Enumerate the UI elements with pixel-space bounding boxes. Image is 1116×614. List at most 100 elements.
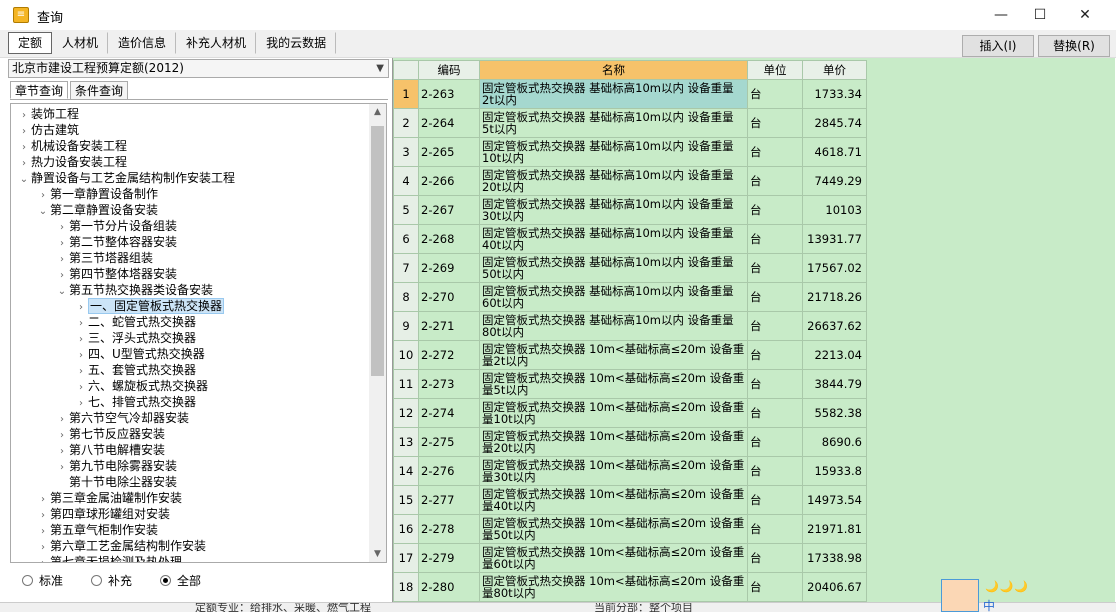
radio-button[interactable] <box>91 575 103 586</box>
cell-name[interactable]: 固定管板式热交换器 10m<基础标高≤20m 设备重量80t以内 <box>479 572 748 602</box>
cell-price[interactable]: 10103 <box>802 195 867 225</box>
table-row[interactable]: 5 2-267 固定管板式热交换器 基础标高10m以内 设备重量30t以内台 1010… <box>393 195 867 225</box>
cell-name[interactable]: 固定管板式热交换器 10m<基础标高≤20m 设备重量20t以内 <box>479 427 748 457</box>
cell-unit[interactable]: 台 <box>747 369 803 399</box>
header-price[interactable]: 单价 <box>802 60 867 80</box>
cell-price[interactable]: 3844.79 <box>802 369 867 399</box>
row-index[interactable]: 17 <box>393 543 419 573</box>
row-index[interactable]: 10 <box>393 340 419 370</box>
row-index[interactable]: 9 <box>393 311 419 341</box>
cell-unit[interactable]: 台 <box>747 340 803 370</box>
row-index[interactable]: 15 <box>393 485 419 515</box>
tab-0[interactable]: 定额 <box>8 32 53 54</box>
tree-node[interactable]: › 第九节电除雾器安装 <box>55 458 177 474</box>
tree-node[interactable]: › 第七节反应器安装 <box>55 426 165 442</box>
close-button[interactable]: ✕ <box>1062 0 1108 30</box>
tree-node[interactable]: 第十节电除尘器安装 <box>55 474 177 490</box>
cell-name[interactable]: 固定管板式热交换器 10m<基础标高≤20m 设备重量2t以内 <box>479 340 748 370</box>
cell-name[interactable]: 固定管板式热交换器 基础标高10m以内 设备重量50t以内 <box>479 253 748 283</box>
cell-price[interactable]: 15933.8 <box>802 456 867 486</box>
row-index[interactable]: 4 <box>393 166 419 196</box>
cell-code[interactable]: 2-270 <box>418 282 480 312</box>
cell-code[interactable]: 2-264 <box>418 108 480 138</box>
radio-option[interactable]: 标准 <box>22 572 63 589</box>
table-row[interactable]: 13 2-275 固定管板式热交换器 10m<基础标高≤20m 设备重量20t以内台… <box>393 427 867 457</box>
table-row[interactable]: 15 2-277 固定管板式热交换器 10m<基础标高≤20m 设备重量40t以内台… <box>393 485 867 515</box>
tree-node[interactable]: › 第一章静置设备制作 <box>36 186 158 202</box>
row-index[interactable]: 2 <box>393 108 419 138</box>
cell-name[interactable]: 固定管板式热交换器 基础标高10m以内 设备重量30t以内 <box>479 195 748 225</box>
tree-node[interactable]: › 第一节分片设备组装 <box>55 218 177 234</box>
cell-name[interactable]: 固定管板式热交换器 基础标高10m以内 设备重量5t以内 <box>479 108 748 138</box>
cell-code[interactable]: 2-269 <box>418 253 480 283</box>
chevron-down-icon[interactable]: ⌄ <box>55 284 69 300</box>
subtab-1[interactable]: 条件查询 <box>70 81 129 99</box>
cell-code[interactable]: 2-279 <box>418 543 480 573</box>
scroll-down-icon[interactable]: ▼ <box>369 546 386 562</box>
cell-price[interactable]: 2213.04 <box>802 340 867 370</box>
cell-unit[interactable]: 台 <box>747 137 803 167</box>
tree-scrollbar[interactable]: ▲ ▼ <box>369 104 386 562</box>
tree-node[interactable]: › 第三节塔器组装 <box>55 250 153 266</box>
tree-node[interactable]: › 第八节电解槽安装 <box>55 442 165 458</box>
row-index[interactable]: 5 <box>393 195 419 225</box>
cell-name[interactable]: 固定管板式热交换器 基础标高10m以内 设备重量60t以内 <box>479 282 748 312</box>
tree-node[interactable]: › 四、U型管式热交换器 <box>74 346 205 362</box>
cell-code[interactable]: 2-280 <box>418 572 480 602</box>
cell-code[interactable]: 2-265 <box>418 137 480 167</box>
table-row[interactable]: 11 2-273 固定管板式热交换器 10m<基础标高≤20m 设备重量5t以内台 3… <box>393 369 867 399</box>
row-index[interactable]: 18 <box>393 572 419 602</box>
tree-node[interactable]: › 第六章工艺金属结构制作安装 <box>36 538 206 554</box>
scroll-thumb[interactable] <box>371 126 384 376</box>
tree-node[interactable]: › 热力设备安装工程 <box>17 154 127 170</box>
header-code[interactable]: 编码 <box>418 60 480 80</box>
chevron-down-icon[interactable]: ⌄ <box>17 172 31 188</box>
cell-unit[interactable]: 台 <box>747 166 803 196</box>
cell-price[interactable]: 20406.67 <box>802 572 867 602</box>
cell-name[interactable]: 固定管板式热交换器 10m<基础标高≤20m 设备重量40t以内 <box>479 485 748 515</box>
row-index[interactable]: 14 <box>393 456 419 486</box>
table-row[interactable]: 2 2-264 固定管板式热交换器 基础标高10m以内 设备重量5t以内台 2845.… <box>393 108 867 138</box>
cell-code[interactable]: 2-263 <box>418 79 480 109</box>
maximize-button[interactable]: ☐ <box>1017 0 1063 30</box>
cell-name[interactable]: 固定管板式热交换器 基础标高10m以内 设备重量2t以内 <box>479 79 748 109</box>
cell-code[interactable]: 2-266 <box>418 166 480 196</box>
row-index[interactable]: 13 <box>393 427 419 457</box>
ime-widget[interactable]: 🌙🌙🌙 中 <box>941 579 1116 613</box>
radio-option[interactable]: 全部 <box>160 572 201 589</box>
tree-node[interactable]: › 第四节整体塔器安装 <box>55 266 177 282</box>
cell-name[interactable]: 固定管板式热交换器 10m<基础标高≤20m 设备重量60t以内 <box>479 543 748 573</box>
cell-code[interactable]: 2-267 <box>418 195 480 225</box>
cell-price[interactable]: 4618.71 <box>802 137 867 167</box>
cell-price[interactable]: 2845.74 <box>802 108 867 138</box>
insert-button[interactable]: 插入(I) <box>962 35 1034 57</box>
row-index[interactable]: 11 <box>393 369 419 399</box>
cell-unit[interactable]: 台 <box>747 485 803 515</box>
row-index[interactable]: 8 <box>393 282 419 312</box>
cell-price[interactable]: 1733.34 <box>802 79 867 109</box>
radio-button[interactable] <box>160 575 172 586</box>
cell-unit[interactable]: 台 <box>747 282 803 312</box>
cell-name[interactable]: 固定管板式热交换器 基础标高10m以内 设备重量10t以内 <box>479 137 748 167</box>
cell-price[interactable]: 21971.81 <box>802 514 867 544</box>
tab-1[interactable]: 人材机 <box>52 32 109 54</box>
table-row[interactable]: 14 2-276 固定管板式热交换器 10m<基础标高≤20m 设备重量30t以内台… <box>393 456 867 486</box>
header-unit[interactable]: 单位 <box>747 60 803 80</box>
cell-code[interactable]: 2-275 <box>418 427 480 457</box>
cell-unit[interactable]: 台 <box>747 572 803 602</box>
tree-node[interactable]: › 三、浮头式热交换器 <box>74 330 196 346</box>
table-row[interactable]: 7 2-269 固定管板式热交换器 基础标高10m以内 设备重量50t以内台 1756… <box>393 253 867 283</box>
tab-3[interactable]: 补充人材机 <box>176 32 257 54</box>
tree-node[interactable]: › 第六节空气冷却器安装 <box>55 410 189 426</box>
cell-price[interactable]: 13931.77 <box>802 224 867 254</box>
subtab-0[interactable]: 章节查询 <box>10 81 69 99</box>
cell-unit[interactable]: 台 <box>747 427 803 457</box>
cell-price[interactable]: 17567.02 <box>802 253 867 283</box>
tree-node[interactable]: › 六、螺旋板式热交换器 <box>74 378 208 394</box>
tree-node[interactable]: › 第三章金属油罐制作安装 <box>36 490 182 506</box>
tab-4[interactable]: 我的云数据 <box>256 32 337 54</box>
tree-node[interactable]: ›第七章无损检测及热处理 <box>36 554 182 562</box>
cell-price[interactable]: 21718.26 <box>802 282 867 312</box>
cell-code[interactable]: 2-268 <box>418 224 480 254</box>
cell-name[interactable]: 固定管板式热交换器 10m<基础标高≤20m 设备重量50t以内 <box>479 514 748 544</box>
